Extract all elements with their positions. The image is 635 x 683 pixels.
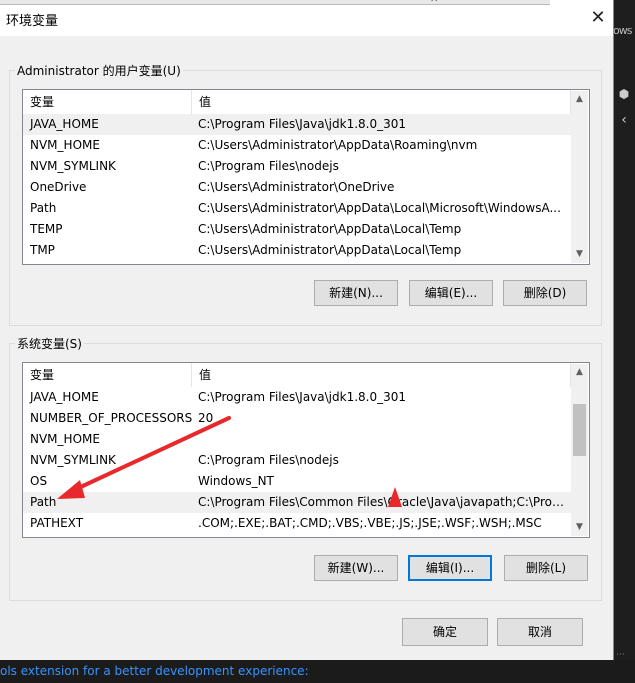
- user-variables-rows: JAVA_HOME C:\Program Files\Java\jdk1.8.0_…: [23, 114, 572, 261]
- variable-value: C:\Users\Administrator\AppData\Local\Tem…: [198, 222, 462, 236]
- table-row[interactable]: NVM_HOME: [23, 429, 572, 450]
- system-variables-rows: JAVA_HOME C:\Program Files\Java\jdk1.8.0_…: [23, 387, 572, 534]
- close-button[interactable]: ✕: [585, 5, 611, 31]
- chevron-left-icon[interactable]: ‹: [616, 112, 632, 128]
- scroll-down-arrow-icon[interactable]: ▼: [571, 519, 588, 536]
- resize-grip-icon: ⋯: [616, 650, 625, 660]
- system-delete-button[interactable]: 删除(L): [504, 555, 588, 581]
- environment-variables-dialog: ✕ 环境变量 ✕ Administrator 的用户变量(U) 变量 值 JAV…: [0, 0, 614, 660]
- user-new-button[interactable]: 新建(N)...: [314, 280, 398, 306]
- background-notification: ols extension for a better development e…: [0, 660, 635, 683]
- variable-name: NVM_HOME: [30, 138, 100, 152]
- variable-value: C:\Users\Administrator\AppData\Local\Mic…: [198, 201, 561, 215]
- user-variables-list[interactable]: 变量 值 JAVA_HOME C:\Program Files\Java\jdk1…: [22, 89, 590, 265]
- variable-name: JAVA_HOME: [30, 117, 99, 131]
- variable-name: PATHEXT: [30, 516, 84, 530]
- table-row[interactable]: OneDrive C:\Users\Administrator\OneDrive: [23, 177, 572, 198]
- system-variables-list[interactable]: 变量 值 JAVA_HOME C:\Program Files\Java\jdk1…: [22, 362, 590, 538]
- variable-name: Path: [30, 201, 57, 215]
- variable-name: NUMBER_OF_PROCESSORS: [30, 411, 193, 425]
- list-header: 变量 值: [23, 363, 571, 387]
- table-row[interactable]: TEMP C:\Users\Administrator\AppData\Local…: [23, 219, 572, 240]
- column-header-variable[interactable]: 变量: [23, 90, 192, 114]
- variable-value: C:\Program Files\Java\jdk1.8.0_301: [198, 390, 407, 404]
- user-edit-button[interactable]: 编辑(E)...: [409, 280, 493, 306]
- background-dialog-edge: ✕: [0, 0, 550, 5]
- variable-value: C:\Program Files\nodejs: [198, 159, 339, 173]
- variable-name: OS: [30, 474, 48, 488]
- column-header-variable[interactable]: 变量: [23, 363, 192, 387]
- user-delete-button[interactable]: 删除(D): [503, 280, 587, 306]
- table-row[interactable]: Path C:\Program Files\Common Files\Oracle…: [23, 492, 572, 513]
- variable-name: OneDrive: [30, 180, 87, 194]
- variable-value: C:\Users\Administrator\AppData\Roaming\n…: [198, 138, 478, 152]
- system-edit-button[interactable]: 编辑(I)...: [408, 555, 492, 581]
- ok-button[interactable]: 确定: [402, 618, 488, 646]
- dialog-title: 环境变量: [6, 14, 59, 29]
- background-window-text: ows: [613, 24, 632, 37]
- variable-name: NVM_SYMLINK: [30, 159, 116, 173]
- cancel-button[interactable]: 取消: [497, 618, 583, 646]
- user-variables-label: Administrator 的用户变量(U): [15, 62, 183, 79]
- vertical-scrollbar[interactable]: ▲ ▼: [571, 91, 588, 263]
- table-row[interactable]: PATHEXT .COM;.EXE;.BAT;.CMD;.VBS;.VBE;.JS…: [23, 513, 572, 534]
- scrollbar-thumb[interactable]: [573, 404, 586, 456]
- table-row[interactable]: OS Windows_NT: [23, 471, 572, 492]
- variable-name: Path: [30, 495, 57, 509]
- vertical-scrollbar[interactable]: ▲ ▼: [571, 364, 588, 536]
- column-header-value[interactable]: 值: [192, 363, 571, 387]
- variable-value: C:\Program Files\Java\jdk1.8.0_301: [198, 117, 407, 131]
- table-row[interactable]: JAVA_HOME C:\Program Files\Java\jdk1.8.0_…: [23, 114, 572, 135]
- table-row[interactable]: NVM_SYMLINK C:\Program Files\nodejs: [23, 156, 572, 177]
- extension-icon[interactable]: ⬢: [616, 86, 632, 102]
- variable-value: 20: [198, 411, 214, 425]
- variable-value: C:\Users\Administrator\OneDrive: [198, 180, 395, 194]
- system-variables-label: 系统变量(S): [15, 335, 84, 352]
- variable-name: TMP: [30, 243, 55, 257]
- table-row[interactable]: NVM_HOME C:\Users\Administrator\AppData\R…: [23, 135, 572, 156]
- variable-value: C:\Users\Administrator\AppData\Local\Tem…: [198, 243, 462, 257]
- variable-name: NVM_SYMLINK: [30, 453, 116, 467]
- list-header: 变量 值: [23, 90, 571, 114]
- background-window-edge: ows ⬢ ‹ ⋯: [613, 0, 635, 660]
- notification-text: ols extension for a better development e…: [0, 664, 309, 678]
- variable-value: C:\Program Files\nodejs: [198, 453, 339, 467]
- system-new-button[interactable]: 新建(W)...: [314, 555, 398, 581]
- table-row[interactable]: NVM_SYMLINK C:\Program Files\nodejs: [23, 450, 572, 471]
- variable-value: C:\Program Files\Common Files\Oracle\Jav…: [198, 495, 568, 509]
- background-close-icon: ✕: [430, 0, 438, 5]
- variable-name: JAVA_HOME: [30, 390, 99, 404]
- scroll-up-arrow-icon[interactable]: ▲: [571, 364, 588, 381]
- table-row[interactable]: TMP C:\Users\Administrator\AppData\Local\…: [23, 240, 572, 261]
- variable-value: .COM;.EXE;.BAT;.CMD;.VBS;.VBE;.JS;.JSE;.…: [198, 516, 542, 530]
- column-header-value[interactable]: 值: [192, 90, 571, 114]
- variable-name: NVM_HOME: [30, 432, 100, 446]
- scroll-up-arrow-icon[interactable]: ▲: [571, 91, 588, 108]
- table-row[interactable]: JAVA_HOME C:\Program Files\Java\jdk1.8.0_…: [23, 387, 572, 408]
- table-row[interactable]: Path C:\Users\Administrator\AppData\Local…: [23, 198, 572, 219]
- title-bar: ✕ 环境变量 ✕: [0, 0, 613, 36]
- variable-value: Windows_NT: [198, 474, 274, 488]
- scroll-down-arrow-icon[interactable]: ▼: [571, 246, 588, 263]
- variable-name: TEMP: [30, 222, 63, 236]
- table-row[interactable]: NUMBER_OF_PROCESSORS 20: [23, 408, 572, 429]
